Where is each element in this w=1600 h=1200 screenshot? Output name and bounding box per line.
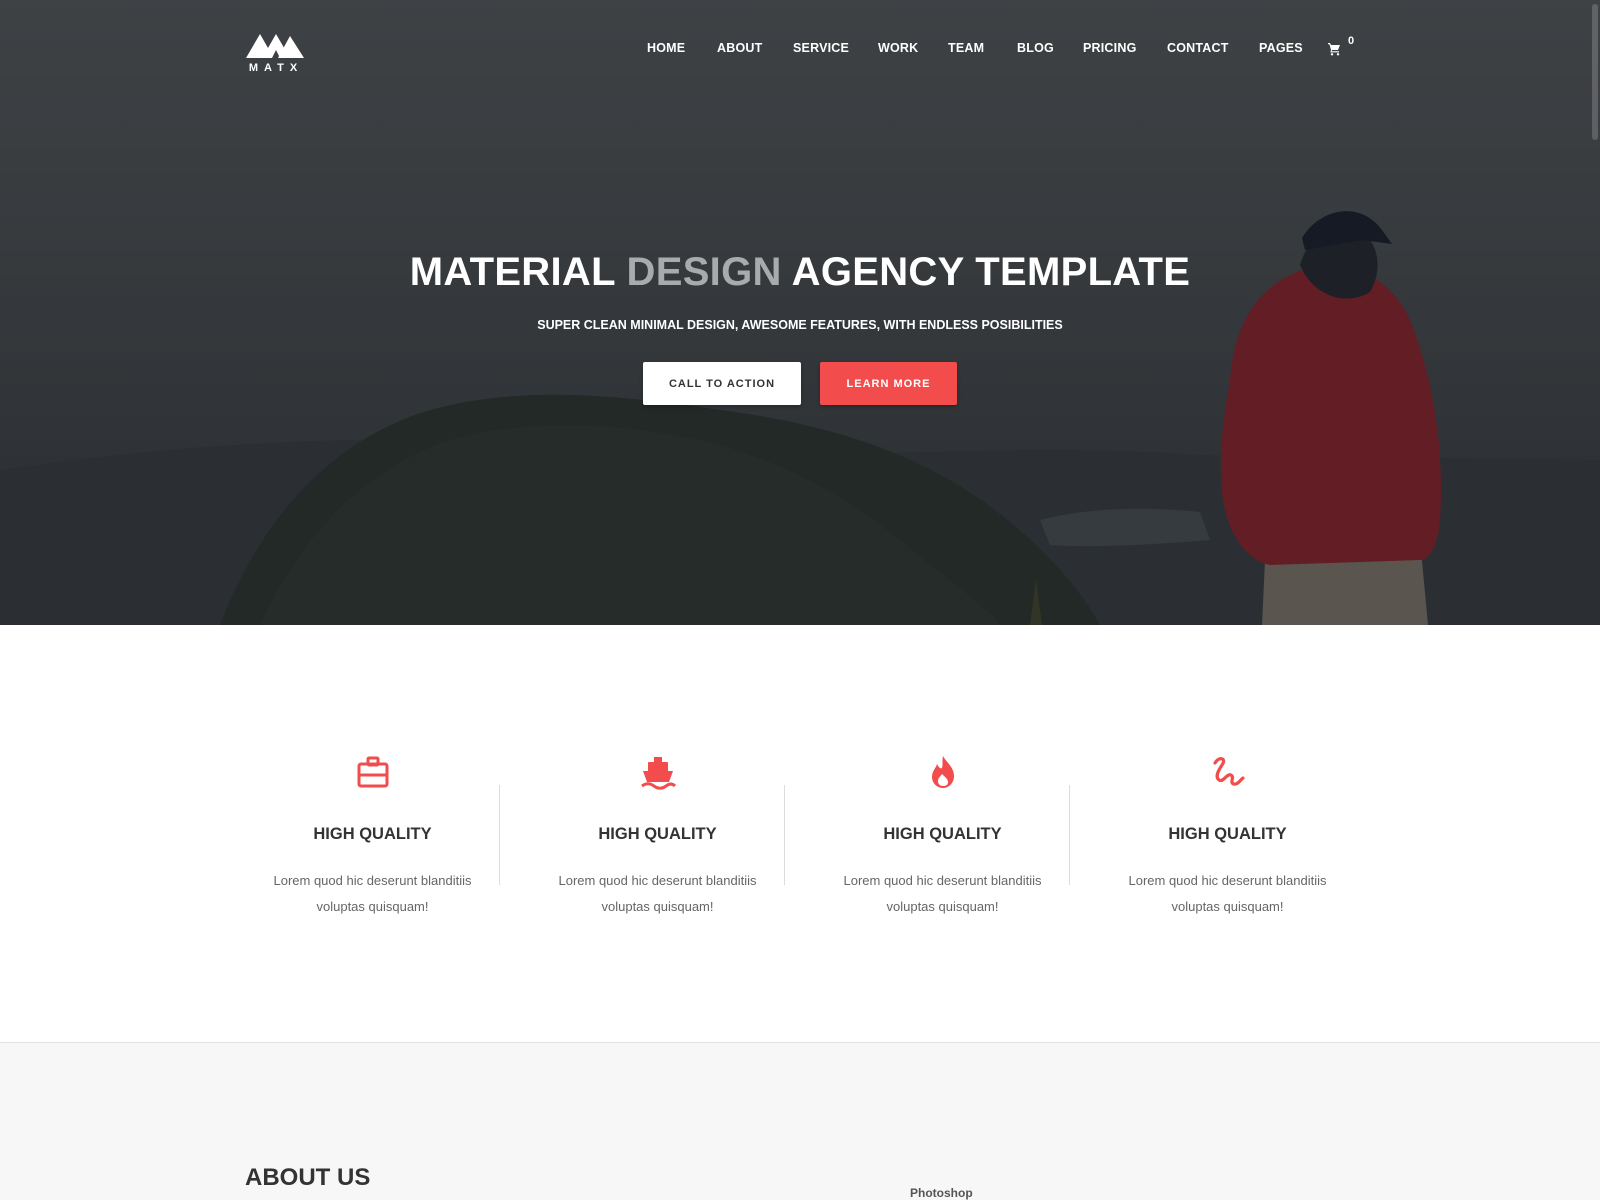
features-section: HIGH QUALITY Lorem quod hic deserunt bla… — [0, 625, 1600, 1042]
feature-description: Lorem quod hic deserunt blanditiis volup… — [1128, 873, 1327, 914]
hero-subtitle: SUPER CLEAN MINIMAL DESIGN, AWESOME FEAT… — [537, 318, 1063, 332]
nav-item-pages[interactable]: PAGES — [1259, 41, 1303, 55]
nav-item-contact[interactable]: CONTACT — [1167, 41, 1229, 55]
cart-icon[interactable] — [1327, 42, 1341, 56]
hero-section: MATX HOME ABOUT SERVICE WORK TEAM BLOG P… — [0, 0, 1600, 625]
learn-more-button[interactable]: LEARN MORE — [820, 362, 957, 405]
nav-item-blog[interactable]: BLOG — [1017, 41, 1054, 55]
feature-divider — [784, 785, 785, 885]
flame-icon — [932, 756, 954, 788]
brand-name: MATX — [248, 62, 304, 74]
main-navigation: HOME ABOUT SERVICE WORK TEAM BLOG PRICIN… — [0, 41, 1600, 61]
ship-icon — [641, 757, 677, 790]
nav-item-work[interactable]: WORK — [878, 41, 918, 55]
nav-item-home[interactable]: HOME — [647, 41, 685, 55]
gesture-icon — [1213, 757, 1245, 786]
hero-title-part2: AGENCY TEMPLATE — [791, 250, 1191, 294]
nav-item-service[interactable]: SERVICE — [793, 41, 849, 55]
skill-label: Photoshop — [910, 1186, 973, 1200]
hero-title-accent: DESIGN — [626, 250, 782, 294]
feature-title: HIGH QUALITY — [883, 825, 1002, 843]
hero-background-image — [0, 0, 1600, 625]
nav-item-pricing[interactable]: PRICING — [1083, 41, 1137, 55]
briefcase-icon — [357, 756, 389, 788]
feature-title: HIGH QUALITY — [598, 825, 717, 843]
hero-title: MATERIAL DESIGN AGENCY TEMPLATE — [0, 250, 1600, 295]
feature-description: Lorem quod hic deserunt blanditiis volup… — [273, 873, 472, 914]
nav-item-about[interactable]: ABOUT — [717, 41, 762, 55]
call-to-action-button[interactable]: CALL TO ACTION — [643, 362, 801, 405]
scrollbar-thumb[interactable] — [1592, 4, 1598, 140]
feature-description: Lorem quod hic deserunt blanditiis volup… — [558, 873, 757, 914]
feature-description: Lorem quod hic deserunt blanditiis volup… — [843, 873, 1042, 914]
feature-divider — [1069, 785, 1070, 885]
feature-title: HIGH QUALITY — [1168, 825, 1287, 843]
about-section: ABOUT US Photoshop — [0, 1042, 1600, 1200]
cart-count-badge: 0 — [1348, 35, 1355, 47]
feature-title: HIGH QUALITY — [313, 825, 432, 843]
feature-divider — [499, 785, 500, 885]
hero-title-part1: MATERIAL — [409, 250, 616, 294]
nav-item-team[interactable]: TEAM — [948, 41, 984, 55]
about-title: ABOUT US — [245, 1164, 371, 1191]
